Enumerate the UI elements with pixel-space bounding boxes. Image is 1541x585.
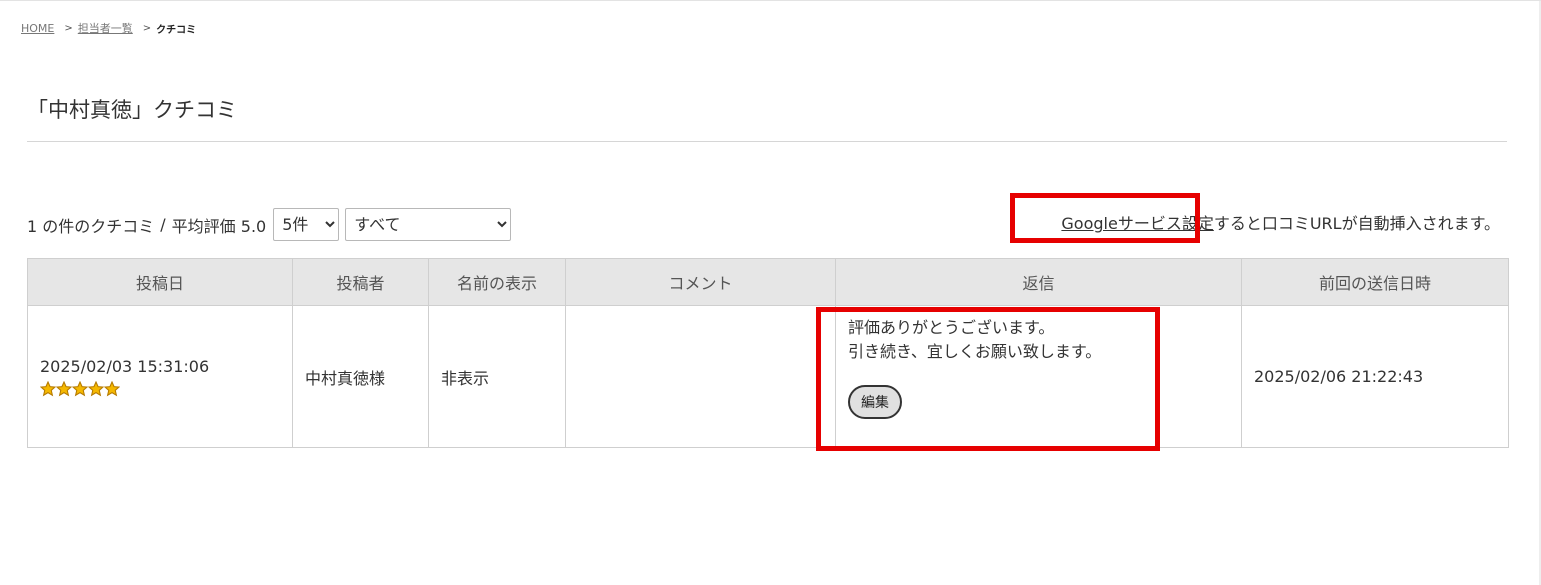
breadcrumb-staff-list-link[interactable]: 担当者一覧 (78, 20, 133, 36)
header-comment: コメント (565, 258, 836, 306)
review-count: 1 の件のクチコミ (27, 216, 155, 236)
reply-text: 評価ありがとうございます。 引き続き、宜しくお願い致します。 (848, 316, 1229, 364)
breadcrumb-home-link[interactable]: HOME (21, 22, 54, 35)
filter-select[interactable]: すべて (345, 208, 512, 241)
title-divider (27, 141, 1507, 142)
reply-line: 評価ありがとうございます。 (848, 318, 1055, 337)
review-summary: 1 の件のクチコミ / 平均評価 5.0 5件 すべて (27, 208, 512, 241)
poster-name: 中村真徳様 (305, 368, 386, 388)
star-icon (40, 380, 56, 396)
google-service-settings-link[interactable]: Googleサービス設定 (1061, 214, 1213, 233)
table-header-row: 投稿日 投稿者 名前の表示 コメント 返信 前回の送信日時 (27, 258, 1509, 306)
cell-reply: 評価ありがとうございます。 引き続き、宜しくお願い致します。 編集 (835, 305, 1242, 448)
header-name-display: 名前の表示 (428, 258, 566, 306)
name-display-value: 非表示 (441, 368, 490, 388)
star-rating (40, 380, 280, 397)
google-note-suffix: すると口コミURLが自動挿入されます。 (1213, 214, 1500, 233)
cell-last-sent: 2025/02/06 21:22:43 (1241, 305, 1509, 448)
table-row: 2025/02/03 15:31:06 中村真徳様 非表示 評価ありがとうござい… (27, 305, 1509, 448)
header-posted-date: 投稿日 (27, 258, 293, 306)
average-rating: 平均評価 5.0 (171, 216, 267, 236)
breadcrumb-separator: > (64, 22, 73, 34)
summary-divider: / (160, 215, 166, 234)
last-sent-datetime: 2025/02/06 21:22:43 (1254, 367, 1424, 386)
breadcrumb-current: クチコミ (156, 24, 197, 36)
page-title: 「中村真徳」クチコミ (27, 98, 237, 122)
reviews-table: 投稿日 投稿者 名前の表示 コメント 返信 前回の送信日時 2025/02/03… (27, 258, 1509, 448)
star-icon (104, 380, 120, 396)
header-last-sent: 前回の送信日時 (1241, 258, 1509, 306)
cell-name-display: 非表示 (428, 305, 566, 448)
per-page-select[interactable]: 5件 (273, 208, 340, 241)
edit-reply-button[interactable]: 編集 (848, 385, 902, 419)
star-icon (56, 380, 72, 396)
cell-poster: 中村真徳様 (292, 305, 429, 448)
breadcrumb-separator: > (142, 22, 152, 34)
breadcrumb: HOME > 担当者一覧 > クチコミ (21, 20, 196, 36)
cell-comment (565, 305, 836, 448)
cell-posted-date: 2025/02/03 15:31:06 (27, 305, 293, 448)
reply-line: 引き続き、宜しくお願い致します。 (848, 342, 1102, 361)
google-service-note: Googleサービス設定すると口コミURLが自動挿入されます。 (1061, 210, 1500, 234)
star-icon (72, 380, 88, 396)
star-icon (88, 380, 104, 396)
header-poster: 投稿者 (292, 258, 429, 306)
header-reply: 返信 (835, 258, 1242, 306)
posted-date-text: 2025/02/03 15:31:06 (40, 356, 210, 376)
